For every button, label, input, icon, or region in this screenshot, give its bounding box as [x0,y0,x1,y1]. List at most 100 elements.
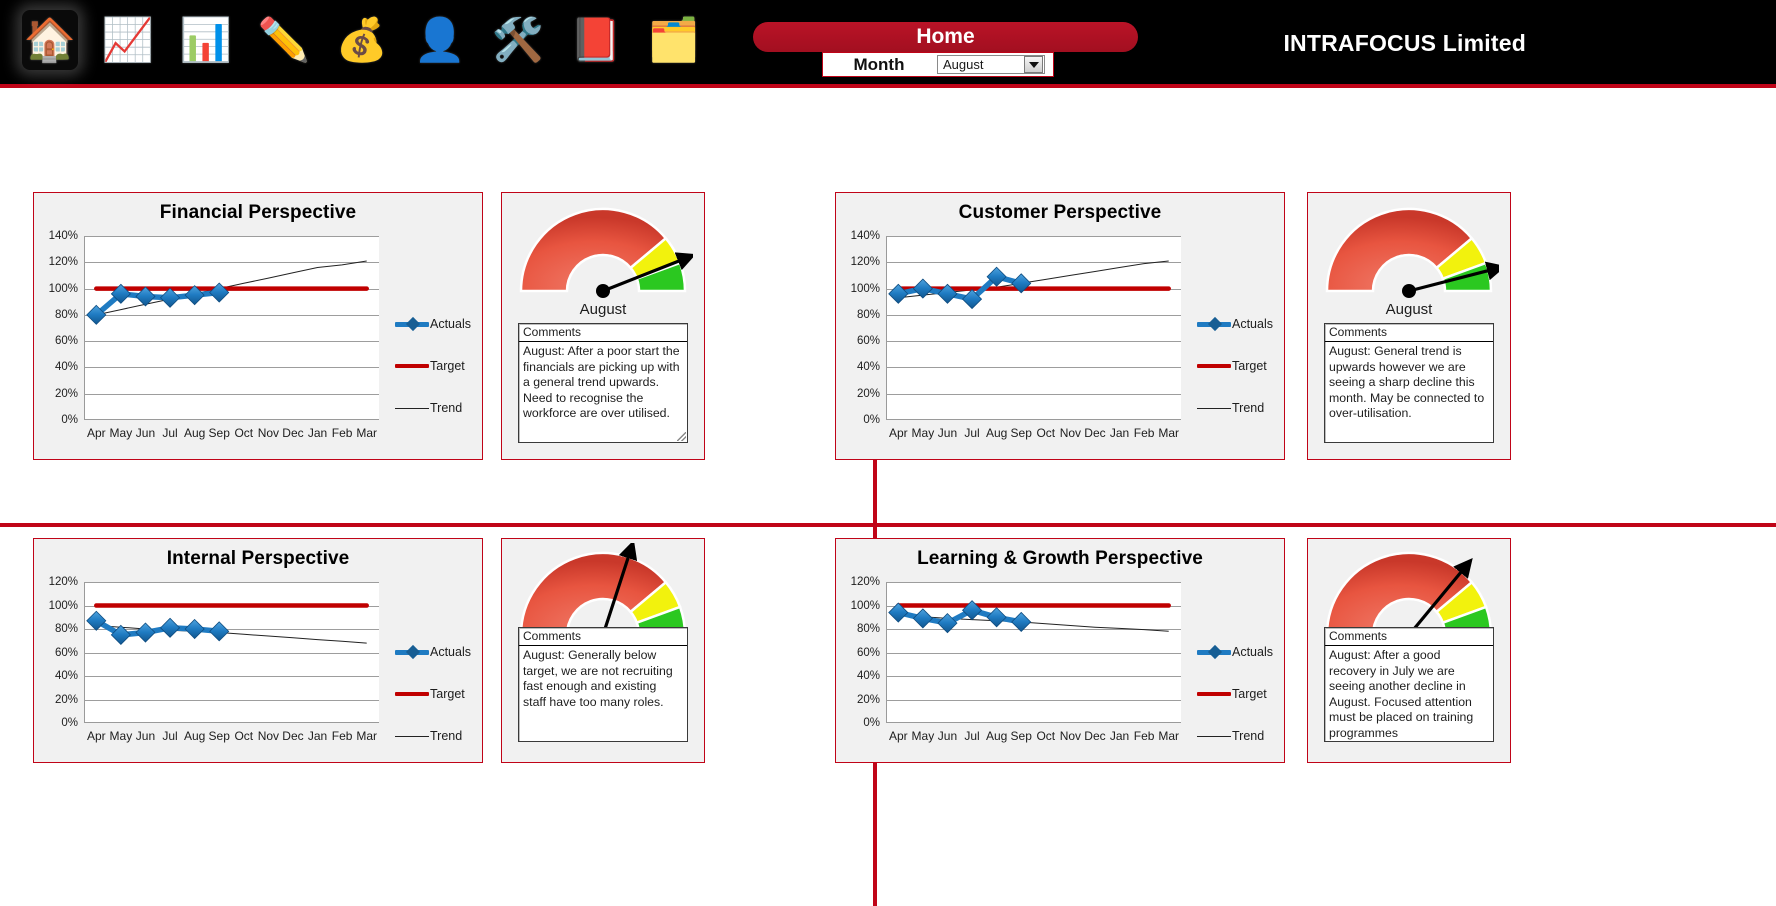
comments-header: Comments [519,628,687,646]
x-axis-tick-label: Dec [282,729,304,743]
legend-label-target: Target [1232,686,1267,701]
y-axis-tick-label: 120% [850,576,880,588]
y-axis-tick-label: 100% [48,282,78,295]
x-axis-tick-label: Sep [1010,426,1032,440]
x-axis-tick-label: Nov [1059,729,1082,743]
y-axis-tick-label: 100% [48,599,78,612]
comments-box-learning-growth[interactable]: Comments August: After a good recovery in… [1324,627,1494,742]
x-axis-tick-label: Feb [331,426,353,440]
comments-box-internal[interactable]: Comments August: Generally below target, … [518,627,688,742]
person-icon[interactable]: 👤 [412,10,468,70]
plot-area-customer [886,236,1181,420]
x-axis-tick-label: Apr [888,426,908,440]
x-axis-tick-label: Jan [307,426,328,440]
gauge-financial [519,207,693,298]
legend-label-trend: Trend [430,400,463,415]
folder-icon[interactable]: 🗂️ [646,10,702,70]
actuals-legend-swatch-icon [1197,318,1231,330]
month-dropdown[interactable]: August [937,55,1045,74]
money-coins-icon[interactable]: 💰 [334,10,390,70]
x-axis-tick-label: Mar [356,729,378,743]
legend-item-trend: Trend [1197,397,1273,418]
plot-wrap-customer: 0% 20% 40% 60% 80% 100% 120% 140% Apr May Jun Jul Au… [836,224,1284,452]
comments-box-financial[interactable]: Comments August: After a poor start the f… [518,323,688,443]
home-icon[interactable]: 🏠 [22,10,78,70]
comments-text: August: After a good recovery in July we… [1329,648,1474,740]
legend-label-target: Target [1232,358,1267,373]
y-axis-tick-label: 100% [850,282,880,295]
x-axis-tick-label: Sep [1010,729,1032,743]
legend-item-trend: Trend [1197,725,1273,746]
comments-header: Comments [1325,628,1493,646]
legend-item-actuals: Actuals [395,641,471,662]
y-axis-tick-label: 140% [48,230,78,242]
gauge-caption-financial: August [579,301,627,318]
chart-title-internal: Internal Perspective [166,548,350,569]
x-axis-tick-label: Apr [86,426,106,440]
y-axis-tick-label: 100% [850,599,880,612]
chart-title-customer: Customer Perspective [958,202,1162,223]
x-axis-tick-label: Dec [1084,426,1106,440]
x-axis-tick-label: Mar [1158,426,1180,440]
x-axis-tick-label: Aug [183,426,206,440]
x-axis-tick-label: Jun [937,729,958,743]
x-axis-tick-label: Dec [282,426,304,440]
pencil-icon[interactable]: ✏️ [256,10,312,70]
chart-legend-internal: Actuals Target Trend [395,641,471,767]
x-axis-tick-label: Nov [1059,426,1082,440]
series-plot-customer [888,260,1171,310]
series-plot-learning-growth [888,600,1171,634]
panel-financial: Financial Perspective 0% 20% 40% 60% 80% 100% 1… [33,192,483,460]
book-icon[interactable]: 📕 [568,10,624,70]
series-plot-financial [86,260,369,325]
icon-toolbar: 🏠 📈 📊 ✏️ 💰 👤 🛠️ 📕 🗂️ [22,10,702,70]
actuals-legend-swatch-icon [395,318,429,330]
bar-chart-icon[interactable]: 📊 [178,10,234,70]
y-axis-tick-label: 40% [856,361,880,374]
comments-box-customer[interactable]: Comments August: General trend is upwards… [1324,323,1494,443]
plot-area-financial [84,236,379,420]
y-axis-tick-label: 80% [54,623,78,635]
legend-label-actuals: Actuals [1232,644,1273,659]
company-name: INTRAFOCUS Limited [1283,30,1526,56]
y-axis-tick-label: 40% [856,670,880,682]
side-panel-internal: AugustCommentsAugust: Generally below ta… [501,538,705,763]
x-axis-tick-label: Oct [234,426,254,440]
x-axis-tick-label: Apr [86,729,106,743]
y-axis-tick-label: 80% [54,308,78,321]
presentation-chart-icon[interactable]: 📈 [100,10,156,70]
x-axis-tick-label: Nov [257,426,280,440]
comments-text: August: After a poor start the financial… [523,344,680,421]
month-selector-bar: Month August [822,52,1054,77]
y-axis-tick-label: 120% [850,256,880,269]
target-legend-swatch-icon [395,360,429,372]
comments-header: Comments [1325,324,1493,342]
x-axis-tick-label: Feb [1133,426,1155,440]
tools-icon[interactable]: 🛠️ [490,10,546,70]
gauge-customer [1325,207,1499,298]
x-axis-tick-label: Jul [964,426,980,440]
chevron-down-icon[interactable] [1024,56,1043,73]
legend-label-trend: Trend [1232,400,1265,415]
y-axis-tick-label: 80% [856,623,880,635]
trend-legend-swatch-icon [395,730,429,742]
plot-area-internal [84,582,379,723]
x-axis-tick-label: May [109,729,133,743]
home-button[interactable]: Home [753,22,1138,52]
y-axis-tick-label: 40% [54,670,78,682]
legend-label-target: Target [430,686,465,701]
legend-label-trend: Trend [1232,728,1265,743]
y-axis-tick-label: 20% [54,693,78,706]
y-axis-tick-label: 20% [54,387,78,400]
x-axis-tick-label: Jan [1109,426,1130,440]
y-axis-tick-label: 0% [863,717,880,729]
resize-handle[interactable] [677,432,686,441]
x-axis-tick-label: Aug [985,729,1008,743]
x-axis-tick-label: Sep [208,426,230,440]
x-axis-tick-label: Dec [1084,729,1106,743]
y-axis-tick-label: 60% [54,646,78,659]
legend-item-actuals: Actuals [1197,313,1273,334]
legend-item-target: Target [1197,355,1273,376]
chart-legend-customer: Actuals Target Trend [1197,313,1273,439]
y-axis-tick-label: 140% [850,230,880,242]
